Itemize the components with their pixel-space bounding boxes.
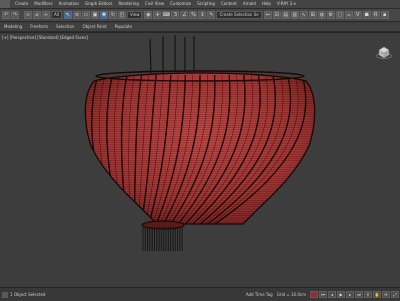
window-crossing-icon[interactable]: ▣ <box>90 11 99 19</box>
menu-animation[interactable]: Animation <box>56 0 82 8</box>
render-teapot-icon[interactable]: ☗ <box>362 11 371 19</box>
auto-key-button[interactable] <box>310 291 318 298</box>
percent-snap-icon[interactable]: % <box>189 11 198 19</box>
extra-tool-icon[interactable]: ▪ <box>380 11 389 19</box>
menu-rendering[interactable]: Rendering <box>115 0 141 8</box>
previous-frame-icon[interactable]: ◂ <box>328 291 336 298</box>
go-to-end-icon[interactable]: ⏭ <box>355 291 363 298</box>
material-editor-icon[interactable]: ◍ <box>317 11 326 19</box>
main-toolbar: ↶ ↷ ∞ ⌀ ≈ All ↖ ≡ ▭ ▣ ✥ ↻ ◰ View ◉ ✢ ⌨ 3… <box>0 9 400 22</box>
select-manipulate-icon[interactable]: ✢ <box>153 11 162 19</box>
keyboard-shortcut-icon[interactable]: ⌨ <box>162 11 171 19</box>
scale-icon[interactable]: ◰ <box>117 11 126 19</box>
rendered-frame-window-icon[interactable]: ▢ <box>335 11 344 19</box>
pivot-center-icon[interactable]: ◉ <box>144 11 153 19</box>
tab-selection[interactable]: Selection <box>52 23 78 31</box>
selection-filter-dropdown[interactable]: All <box>51 11 62 19</box>
schematic-view-icon[interactable]: ⊞ <box>308 11 317 19</box>
render-setup-icon[interactable]: ⚙ <box>326 11 335 19</box>
menu-arnold[interactable]: Arnold <box>240 0 259 8</box>
render-production-icon[interactable]: ☕ <box>344 11 353 19</box>
vray-frame-buffer-icon[interactable]: V <box>353 11 362 19</box>
menu-scripting[interactable]: Scripting <box>194 0 218 8</box>
menu-vray[interactable]: V-RAY 3.x <box>274 0 299 8</box>
mirror-icon[interactable]: ⇔ <box>263 11 272 19</box>
vray-render-icon[interactable]: R <box>371 11 380 19</box>
layer-explorer-icon[interactable]: ▤ <box>281 11 290 19</box>
maximize-viewport-icon[interactable]: ⤢ <box>391 291 399 298</box>
toolbar-separator <box>20 11 23 19</box>
curve-editor-icon[interactable]: ∿ <box>299 11 308 19</box>
select-object-icon[interactable]: ↖ <box>63 11 72 19</box>
tab-populate[interactable]: Populate <box>111 23 136 31</box>
lamp-wireframe-model[interactable] <box>0 33 400 288</box>
menu-civil-view[interactable]: Civil View <box>142 0 167 8</box>
snaps-toggle-icon[interactable]: 3 <box>171 11 180 19</box>
redo-icon[interactable]: ↷ <box>11 11 19 19</box>
tab-freeform[interactable]: Freeform <box>26 23 52 31</box>
undo-icon[interactable]: ↶ <box>2 11 10 19</box>
menu-create[interactable]: Create <box>12 0 31 8</box>
lamp-bottom-fringe <box>142 227 183 251</box>
unlink-icon[interactable]: ⌀ <box>33 11 41 19</box>
zoom-icon[interactable]: ⚲ <box>364 291 372 298</box>
menu-graph-editors[interactable]: Graph Editors <box>82 0 115 8</box>
align-icon[interactable]: ⊟ <box>272 11 281 19</box>
select-by-name-icon[interactable]: ≡ <box>72 11 81 19</box>
reference-coordinate-dropdown[interactable]: View <box>126 11 143 19</box>
toggle-ribbon-icon[interactable]: ▥ <box>290 11 299 19</box>
angle-snap-icon[interactable]: ∠ <box>180 11 189 19</box>
app-logo[interactable] <box>0 0 10 8</box>
move-icon[interactable]: ✥ <box>99 11 108 19</box>
pan-icon[interactable]: ✋ <box>373 291 381 298</box>
menu-content[interactable]: Content <box>218 0 240 8</box>
menu-help[interactable]: Help <box>259 0 274 8</box>
menu-modifiers[interactable]: Modifiers <box>31 0 55 8</box>
status-bar: 1 Object Selected Add Time Tag Grid = 10… <box>0 287 400 301</box>
suspension-cables <box>149 35 195 76</box>
rectangle-selection-icon[interactable]: ▭ <box>81 11 90 19</box>
spinner-snap-icon[interactable]: ⇕ <box>198 11 207 19</box>
selection-status: 1 Object Selected <box>10 292 46 297</box>
menu-customize[interactable]: Customize <box>167 0 194 8</box>
named-selection-dropdown[interactable]: Create Selection Se <box>216 11 262 19</box>
edit-named-selection-icon[interactable]: ✎ <box>207 11 216 19</box>
grid-size-readout: Grid = 10.0cm <box>276 292 306 297</box>
link-icon[interactable]: ∞ <box>24 11 32 19</box>
go-to-start-icon[interactable]: ⏮ <box>319 291 327 298</box>
tab-modeling[interactable]: Modeling <box>0 23 26 31</box>
maxscript-listener-icon[interactable] <box>2 291 8 298</box>
orbit-icon[interactable]: ⟳ <box>382 291 390 298</box>
menu-bar: Create Modifiers Animation Graph Editors… <box>0 0 400 9</box>
next-frame-icon[interactable]: ▸ <box>346 291 354 298</box>
ribbon-tab-strip: Modeling Freeform Selection Object Paint… <box>0 23 400 32</box>
play-icon[interactable]: ▶ <box>337 291 345 298</box>
tab-object-paint[interactable]: Object Paint <box>78 23 110 31</box>
perspective-viewport[interactable]: [+] [Perspective] [Standard] [Edged Face… <box>0 32 400 288</box>
bind-space-warp-icon[interactable]: ≈ <box>42 11 50 19</box>
add-time-tag[interactable]: Add Time Tag <box>246 292 273 297</box>
rotate-icon[interactable]: ↻ <box>108 11 117 19</box>
